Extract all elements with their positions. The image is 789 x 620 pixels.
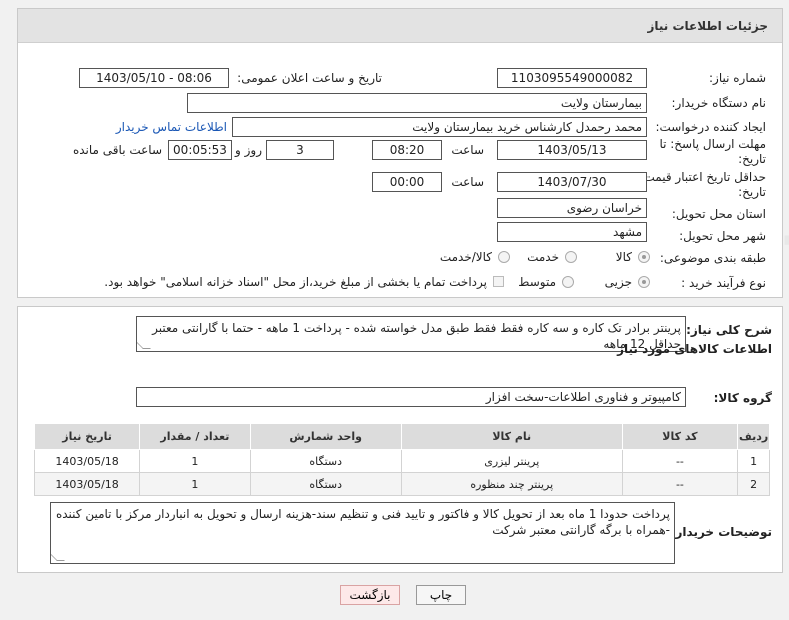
buyer-org-field: بیمارستان ولایت: [187, 93, 647, 113]
process-option-medium: متوسط: [518, 275, 556, 289]
cell-row: 1: [737, 449, 770, 473]
remaining-time-label: ساعت باقی مانده: [72, 143, 162, 157]
page-title: جزئیات اطلاعات نیاز: [647, 19, 768, 33]
cell-name: پرینتر لیزری: [400, 449, 623, 473]
cell-unit: دستگاه: [249, 472, 402, 496]
reply-days-field: 3: [266, 140, 334, 160]
price-validity-label: حداقل تاریخ اعتبار قیمت: تا: [628, 170, 766, 184]
table-row: 1 -- پرینتر لیزری دستگاه 1 1403/05/18: [33, 449, 770, 473]
cell-unit: دستگاه: [249, 449, 402, 473]
requester-label: ایجاد کننده درخواست:: [655, 120, 766, 134]
resize-handle-icon[interactable]: [137, 341, 151, 349]
price-validity-time-field: 00:00: [372, 172, 442, 192]
category-option-goods: کالا: [615, 250, 632, 264]
resize-handle-icon[interactable]: [51, 553, 65, 561]
treasury-note: پرداخت تمام یا بخشی از مبلغ خرید،از محل …: [104, 275, 487, 289]
price-validity-time-label: ساعت: [451, 175, 484, 189]
goods-panel: شرح کلی نیاز: پرینتر برادر تک کاره و سه …: [17, 306, 783, 573]
buyer-notes-text: پرداخت حدودا 1 ماه بعد از تحویل کالا و ف…: [55, 507, 670, 537]
process-option-minor: جزیی: [604, 275, 632, 289]
summary-textarea[interactable]: پرینتر برادر تک کاره و سه کاره فقط فقط ط…: [136, 316, 686, 352]
reply-deadline-date-field: 1403/05/13: [497, 140, 647, 160]
cell-code: --: [621, 449, 739, 473]
print-button[interactable]: چاپ: [416, 585, 466, 605]
col-header-unit: واحد شمارش: [249, 423, 402, 450]
col-header-date: تاریخ نیاز: [33, 423, 141, 450]
city-label: شهر محل تحویل:: [679, 229, 766, 243]
panel-header: جزئیات اطلاعات نیاز: [18, 9, 782, 43]
goods-info-title: اطلاعات کالاهای مورد نیاز: [617, 342, 772, 356]
price-validity-date-label: تاریخ:: [738, 185, 766, 199]
category-option-service: خدمت: [527, 250, 559, 264]
reply-deadline-time-field: 08:20: [372, 140, 442, 160]
need-details-panel: جزئیات اطلاعات نیاز شماره نیاز: 11030955…: [17, 8, 783, 298]
category-radio-both[interactable]: [498, 251, 510, 263]
process-radio-medium[interactable]: [562, 276, 574, 288]
category-radio-service[interactable]: [565, 251, 577, 263]
province-label: استان محل تحویل:: [671, 207, 766, 221]
category-radio-goods[interactable]: [638, 251, 650, 263]
price-validity-date-field: 1403/07/30: [497, 172, 647, 192]
summary-text: پرینتر برادر تک کاره و سه کاره فقط فقط ط…: [152, 321, 681, 351]
back-button[interactable]: بازگشت: [340, 585, 400, 605]
col-header-qty: تعداد / مقدار: [139, 423, 251, 450]
category-option-both: کالا/خدمت: [439, 250, 492, 264]
cell-name: پرینتر چند منظوره: [400, 472, 623, 496]
buyer-notes-textarea[interactable]: پرداخت حدودا 1 ماه بعد از تحویل کالا و ف…: [50, 502, 675, 564]
city-field: مشهد: [497, 222, 647, 242]
cell-qty: 1: [139, 472, 251, 496]
remaining-time-field: 00:05:53: [168, 140, 232, 160]
col-header-code: کد کالا: [621, 423, 739, 450]
buyer-notes-label: توضیحات خریدار:: [670, 525, 772, 539]
cell-row: 2: [737, 472, 770, 496]
cell-qty: 1: [139, 449, 251, 473]
goods-group-field: کامپیوتر و فناوری اطلاعات-سخت افزار: [136, 387, 686, 407]
process-radio-minor[interactable]: [638, 276, 650, 288]
cell-date: 1403/05/18: [33, 472, 141, 496]
announce-field: 1403/05/10 - 08:06: [79, 68, 229, 88]
reply-deadline-label: مهلت ارسال پاسخ: تا: [659, 137, 766, 151]
category-label: طبقه بندی موضوعی:: [659, 251, 766, 265]
summary-label: شرح کلی نیاز:: [686, 323, 772, 337]
requester-field: محمد رحمدل کارشناس خرید بیمارستان ولایت: [232, 117, 647, 137]
treasury-checkbox[interactable]: [493, 276, 504, 287]
cell-code: --: [621, 472, 739, 496]
col-header-row: ردیف: [737, 423, 770, 450]
buyer-contact-link[interactable]: اطلاعات تماس خریدار: [116, 120, 227, 134]
goods-group-label: گروه کالا:: [713, 391, 772, 405]
table-row: 2 -- پرینتر چند منظوره دستگاه 1 1403/05/…: [33, 472, 770, 496]
announce-label: تاریخ و ساعت اعلان عمومی:: [237, 71, 382, 85]
col-header-name: نام کالا: [400, 423, 623, 450]
reply-days-label: روز و: [235, 143, 262, 157]
process-label: نوع فرآیند خرید :: [681, 276, 766, 290]
buyer-org-label: نام دستگاه خریدار:: [671, 96, 767, 110]
need-number-field: 1103095549000082: [497, 68, 647, 88]
reply-deadline-time-label: ساعت: [451, 143, 484, 157]
table-header-row: ردیف کد کالا نام کالا واحد شمارش تعداد /…: [33, 423, 770, 450]
need-number-label: شماره نیاز:: [709, 71, 766, 85]
goods-table: ردیف کد کالا نام کالا واحد شمارش تعداد /…: [33, 423, 770, 496]
cell-date: 1403/05/18: [33, 449, 141, 473]
province-field: خراسان رضوی: [497, 198, 647, 218]
reply-deadline-date-label: تاریخ:: [738, 152, 766, 166]
